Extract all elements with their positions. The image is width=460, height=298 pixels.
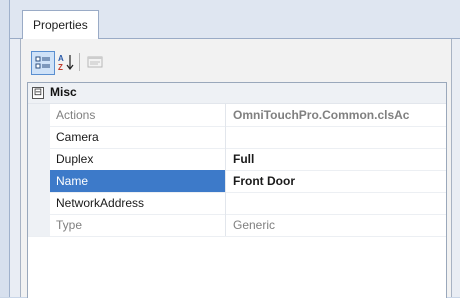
property-name[interactable]: Camera: [50, 126, 226, 148]
alphabetical-button[interactable]: A Z: [55, 51, 77, 73]
property-value[interactable]: Front Door: [227, 170, 446, 192]
property-pages-icon: [87, 56, 103, 68]
property-row-actions[interactable]: Actions OmniTouchPro.Common.clsAc: [28, 104, 446, 127]
category-label: Misc: [50, 85, 77, 99]
svg-text:Z: Z: [58, 63, 63, 71]
row-gutter: [28, 148, 50, 170]
property-row-type[interactable]: Type Generic: [28, 214, 446, 237]
dock-edge: [0, 0, 10, 297]
toolbar-separator: [79, 53, 80, 71]
property-row-duplex[interactable]: Duplex Full: [28, 148, 446, 171]
tab-properties-label: Properties: [33, 18, 88, 32]
row-gutter: [28, 126, 50, 148]
property-value[interactable]: [227, 126, 446, 148]
property-name[interactable]: Type: [50, 214, 226, 236]
property-row-networkaddress[interactable]: NetworkAddress: [28, 192, 446, 215]
categorized-button[interactable]: [31, 51, 55, 75]
properties-content: A Z ⊟ Misc Actions OmniTouchPro.Common.c…: [20, 39, 452, 298]
property-pages-button[interactable]: [84, 51, 106, 73]
row-gutter: [28, 214, 50, 236]
properties-panel: Properties A Z ⊟ Misc Actions OmniTouchP…: [10, 0, 460, 298]
row-gutter: [28, 170, 50, 192]
property-row-name[interactable]: Name Front Door: [28, 170, 446, 193]
property-toolbar: A Z: [21, 39, 451, 79]
categorized-icon: [35, 56, 50, 69]
svg-text:A: A: [58, 54, 64, 63]
property-value[interactable]: [227, 192, 446, 214]
sort-alphabetical-icon: A Z: [58, 54, 74, 71]
row-gutter: [28, 104, 50, 126]
tab-bar: Properties: [10, 0, 460, 39]
tab-properties[interactable]: Properties: [22, 10, 99, 39]
property-row-camera[interactable]: Camera: [28, 126, 446, 149]
property-value[interactable]: Generic: [227, 214, 446, 236]
collapse-icon[interactable]: ⊟: [32, 87, 44, 99]
property-grid: ⊟ Misc Actions OmniTouchPro.Common.clsAc…: [27, 82, 447, 298]
property-value[interactable]: OmniTouchPro.Common.clsAc: [227, 104, 446, 126]
row-gutter: [28, 192, 50, 214]
property-name[interactable]: Actions: [50, 104, 226, 126]
property-name[interactable]: Name: [50, 170, 226, 192]
property-name[interactable]: Duplex: [50, 148, 226, 170]
category-row-misc[interactable]: ⊟ Misc: [28, 83, 446, 104]
property-value[interactable]: Full: [227, 148, 446, 170]
property-name[interactable]: NetworkAddress: [50, 192, 226, 214]
